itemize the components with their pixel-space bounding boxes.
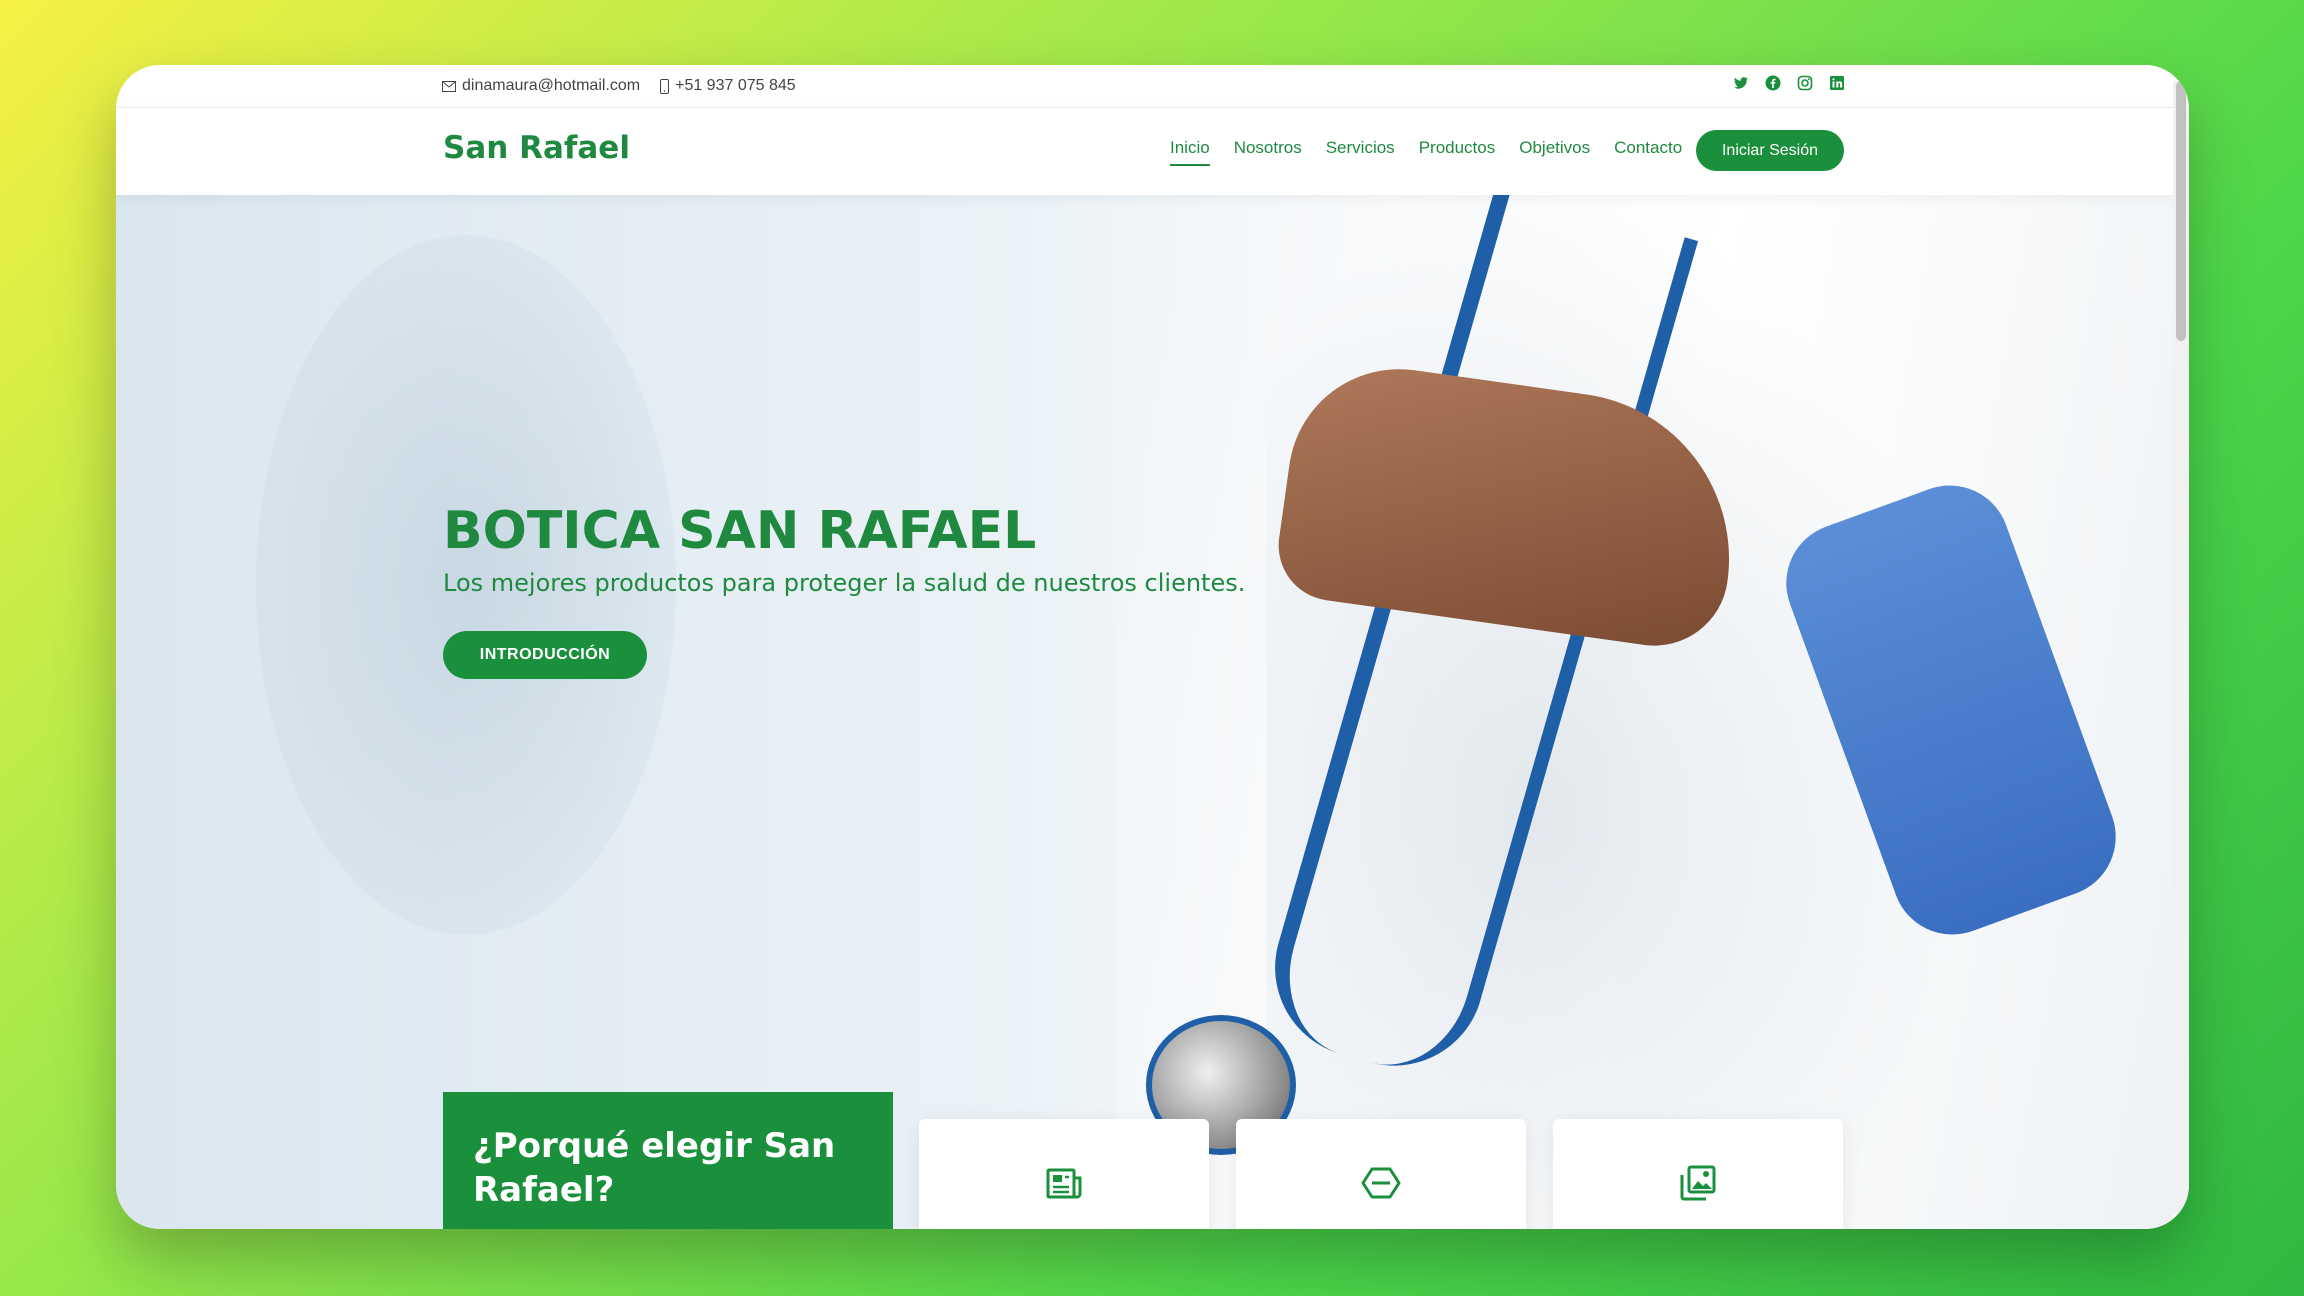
phone-text: +51 937 075 845 <box>675 77 796 94</box>
images-icon <box>1680 1165 1716 1201</box>
login-button[interactable]: Iniciar Sesión <box>1696 130 1844 171</box>
nav-menu: Inicio Nosotros Servicios Productos Obje… <box>1170 138 1682 166</box>
nav-link-objetivos[interactable]: Objetivos <box>1519 138 1590 166</box>
envelope-icon <box>442 80 456 92</box>
scrollbar-thumb[interactable] <box>2176 81 2186 341</box>
nav-link-nosotros[interactable]: Nosotros <box>1234 138 1302 166</box>
why-choose-heading: ¿Porqué elegir San Rafael? <box>473 1126 836 1210</box>
social-links <box>1733 75 1845 91</box>
instagram-icon[interactable] <box>1797 75 1813 91</box>
document-icon <box>1046 1168 1082 1199</box>
email-text: dinamaura@hotmail.com <box>462 77 641 94</box>
nav-link-servicios[interactable]: Servicios <box>1326 138 1395 166</box>
nav-link-inicio[interactable]: Inicio <box>1170 138 1210 166</box>
main-navbar: San Rafael Inicio Nosotros Servicios Pro… <box>116 108 2173 195</box>
facebook-icon[interactable] <box>1765 75 1781 91</box>
page-scrollbar[interactable] <box>2173 81 2189 1215</box>
feature-card[interactable] <box>1236 1119 1526 1229</box>
phone-icon <box>660 78 670 94</box>
email-item[interactable]: dinamaura@hotmail.com <box>442 77 640 95</box>
twitter-icon[interactable] <box>1733 75 1749 91</box>
intro-button[interactable]: INTRODUCCIÓN <box>443 631 647 679</box>
top-info-bar: dinamaura@hotmail.com +51 937 075 845 <box>116 65 2173 108</box>
hexagon-icon <box>1361 1167 1401 1199</box>
nav-link-contacto[interactable]: Contacto <box>1614 138 1682 166</box>
browser-page: dinamaura@hotmail.com +51 937 075 845 Sa… <box>116 65 2189 1229</box>
why-choose-box: ¿Porqué elegir San Rafael? <box>443 1092 893 1229</box>
hero-section <box>116 195 2173 1229</box>
feature-card[interactable] <box>1553 1119 1843 1229</box>
feature-card[interactable] <box>919 1119 1209 1229</box>
hero-title: BOTICA SAN RAFAEL <box>443 501 1037 561</box>
nav-link-productos[interactable]: Productos <box>1419 138 1496 166</box>
phone-item[interactable]: +51 937 075 845 <box>660 77 796 95</box>
linkedin-icon[interactable] <box>1829 75 1845 91</box>
contact-info: dinamaura@hotmail.com +51 937 075 845 <box>442 77 796 95</box>
hero-subtitle: Los mejores productos para proteger la s… <box>443 569 1246 597</box>
site-logo[interactable]: San Rafael <box>443 130 630 166</box>
